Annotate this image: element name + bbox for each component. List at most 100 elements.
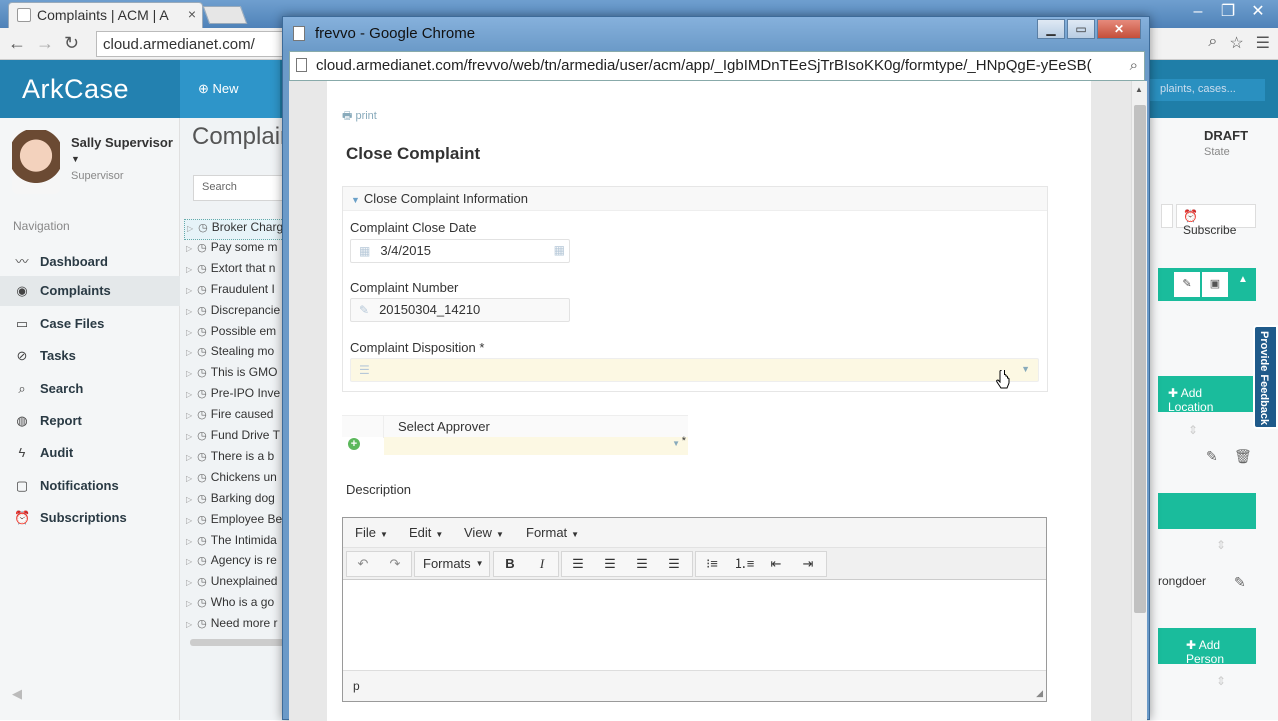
new-tab-button[interactable] <box>202 6 248 24</box>
menu-icon[interactable]: ☰ <box>1256 33 1270 53</box>
sidebar-item-subscriptions[interactable]: ⏰ Subscriptions <box>0 503 180 533</box>
edit-icon[interactable]: ✎ <box>1234 574 1246 591</box>
expand-icon[interactable]: ▷ <box>186 453 192 462</box>
minimize-icon[interactable]: ▁ <box>1037 19 1065 39</box>
disposition-select[interactable]: ☰ ▼ <box>350 358 1039 382</box>
restore-icon[interactable]: ❐ <box>1214 2 1242 22</box>
list-item[interactable]: ▷ ◷ Possible em <box>184 324 276 345</box>
sort-icon[interactable]: ⇕ <box>1216 538 1226 552</box>
chevron-down-icon[interactable]: ▼ <box>672 439 680 448</box>
list-item[interactable]: ▷ ◷ Fire caused <box>184 407 273 428</box>
app-logo[interactable]: ArkCase <box>0 60 180 118</box>
indent-icon[interactable]: ⇥ <box>792 552 824 576</box>
list-item[interactable]: ▷ ◷ Pay some m <box>184 240 277 261</box>
sidebar-item-complaints[interactable]: ◉ Complaints <box>0 276 180 306</box>
expand-icon[interactable]: ▷ <box>186 474 192 483</box>
vertical-scrollbar[interactable]: ▲ <box>1131 81 1147 721</box>
expand-icon[interactable]: ▷ <box>186 390 192 399</box>
chevron-up-icon[interactable]: ▲ <box>1238 274 1248 285</box>
align-center-icon[interactable]: ☰ <box>594 552 626 576</box>
expand-icon[interactable]: ▷ <box>186 557 192 566</box>
sidebar-item-report[interactable]: ◍ Report <box>0 406 180 436</box>
popup-titlebar[interactable]: frevvo - Google Chrome ▁ ▭ ✕ <box>283 17 1149 51</box>
align-left-icon[interactable]: ☰ <box>562 552 594 576</box>
menu-edit[interactable]: Edit ▼ <box>409 525 443 540</box>
list-item[interactable]: ▷ ◷ Barking dog <box>184 491 275 512</box>
expand-icon[interactable]: ▷ <box>186 432 192 441</box>
list-item[interactable]: ▷ ◷ Unexplained <box>184 574 277 595</box>
expand-icon[interactable]: ▷ <box>186 495 192 504</box>
list-item[interactable]: ▷ ◷ Employee Be <box>184 512 282 533</box>
expand-icon[interactable]: ▷ <box>186 411 192 420</box>
section-header[interactable]: ▼ Close Complaint Information <box>343 187 1047 211</box>
add-person-button[interactable]: ✚ Add Person <box>1158 628 1256 666</box>
list-item[interactable]: ▷ ◷ Stealing mo <box>184 344 274 365</box>
zoom-icon[interactable]: ⌕ <box>1208 33 1217 53</box>
back-icon[interactable]: ← <box>8 33 26 54</box>
resize-grip-icon[interactable]: ◢ <box>1036 688 1043 699</box>
toolbar-button[interactable] <box>1161 204 1173 228</box>
bullet-list-icon[interactable]: ⁝≡ <box>696 552 728 576</box>
trash-icon[interactable]: 🗑 <box>1234 448 1252 465</box>
scroll-up-icon[interactable]: ▲ <box>1135 85 1143 94</box>
subscribe-button[interactable]: ⏰ Subscribe <box>1176 204 1256 237</box>
list-item[interactable]: ▷ ◷ Fraudulent I <box>184 282 275 303</box>
numbered-list-icon[interactable]: ⒈≡ <box>728 552 760 576</box>
expand-icon[interactable]: ▷ <box>186 265 192 274</box>
formats-dropdown[interactable]: Formats ▼ <box>414 551 490 577</box>
forward-icon[interactable]: → <box>36 33 54 54</box>
expand-icon[interactable]: ▷ <box>186 348 192 357</box>
list-item[interactable]: ▷ ◷ Discrepancie <box>184 303 280 324</box>
edit-icon[interactable]: ✎ <box>1206 448 1218 465</box>
close-icon[interactable]: ✕ <box>1097 19 1141 39</box>
list-item[interactable]: ▷ ◷ Broker Charg <box>184 219 285 240</box>
expand-icon[interactable]: ▷ <box>186 369 192 378</box>
reload-icon[interactable]: ↻ <box>64 33 79 54</box>
sidebar-item-search[interactable]: ⌕ Search <box>0 374 180 404</box>
list-item[interactable]: ▷ ◷ The Intimida <box>184 533 277 554</box>
sort-icon[interactable]: ⇕ <box>1188 423 1198 437</box>
outdent-icon[interactable]: ⇤ <box>760 552 792 576</box>
list-item[interactable]: ▷ ◷ This is GMO <box>184 365 277 386</box>
scrollbar-thumb[interactable] <box>1134 105 1146 613</box>
chevron-down-icon[interactable]: ▼ <box>1021 364 1030 374</box>
save-icon[interactable]: ▣ <box>1202 272 1228 297</box>
italic-icon[interactable]: I <box>526 552 558 576</box>
feedback-tab[interactable]: Provide Feedback <box>1253 325 1278 429</box>
add-location-button[interactable]: ✚ Add Location <box>1158 376 1256 414</box>
bookmark-star-icon[interactable]: ☆ <box>1229 33 1243 53</box>
list-item[interactable]: ▷ ◷ Need more r <box>184 616 277 637</box>
list-item[interactable]: ▷ ◷ Extort that n <box>184 261 275 282</box>
expand-icon[interactable]: ▷ <box>186 516 192 525</box>
menu-format[interactable]: Format ▼ <box>526 525 579 540</box>
expand-icon[interactable]: ▷ <box>186 620 192 629</box>
horizontal-scrollbar[interactable] <box>190 639 285 646</box>
menu-file[interactable]: File ▼ <box>355 525 388 540</box>
editor-content-area[interactable] <box>343 580 1046 670</box>
expand-icon[interactable]: ▷ <box>186 537 192 546</box>
new-button[interactable]: ⊕ New <box>180 60 280 118</box>
list-item[interactable]: ▷ ◷ Pre-IPO Inve <box>184 386 280 407</box>
menu-view[interactable]: View ▼ <box>464 525 504 540</box>
sidebar-item-notifications[interactable]: ▢ Notifications <box>0 471 180 501</box>
close-icon[interactable]: ✕ <box>1244 2 1272 22</box>
list-item[interactable]: ▷ ◷ Agency is re <box>184 553 277 574</box>
sidebar-item-case-files[interactable]: ▭ Case Files <box>0 309 180 339</box>
minimize-icon[interactable]: – <box>1184 2 1212 22</box>
zoom-icon[interactable]: ⌕ <box>1130 57 1138 74</box>
sidebar-item-audit[interactable]: ϟ Audit <box>0 438 180 468</box>
align-justify-icon[interactable]: ☰ <box>658 552 690 576</box>
list-item[interactable]: ▷ ◷ Chickens un <box>184 470 277 491</box>
bold-icon[interactable]: B <box>494 552 526 576</box>
close-tab-icon[interactable]: × <box>188 6 196 22</box>
align-right-icon[interactable]: ☰ <box>626 552 658 576</box>
sort-icon[interactable]: ⇕ <box>1216 674 1226 688</box>
global-search-input[interactable]: plaints, cases... <box>1150 79 1265 101</box>
undo-icon[interactable]: ↶ <box>347 552 379 576</box>
popup-url-field[interactable]: cloud.armedianet.com/frevvo/web/tn/armed… <box>316 57 1116 74</box>
list-item[interactable]: ▷ ◷ Who is a go <box>184 595 274 616</box>
list-item[interactable]: ▷ ◷ Fund Drive T <box>184 428 280 449</box>
sidebar-item-tasks[interactable]: ⊘ Tasks <box>0 341 180 371</box>
list-item[interactable]: ▷ ◷ There is a b <box>184 449 274 470</box>
url-field[interactable]: cloud.armedianet.com/ <box>96 31 286 57</box>
